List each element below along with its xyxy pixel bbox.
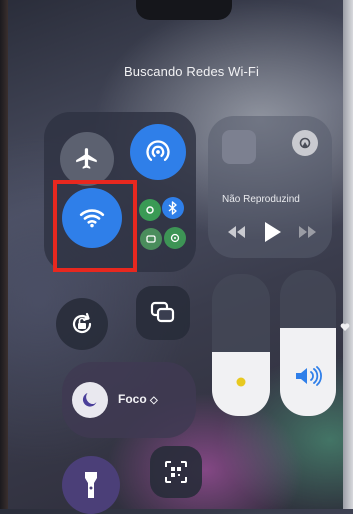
- next-track-button[interactable]: [298, 226, 318, 238]
- airdrop-icon: [146, 140, 170, 161]
- speaker-icon: [294, 366, 322, 386]
- bluetooth-button[interactable]: [162, 197, 184, 219]
- bluetooth-icon: [168, 201, 177, 215]
- heart-icon: [340, 322, 350, 332]
- code-scanner-button[interactable]: [150, 446, 202, 498]
- now-playing-title: Não Reproduzind: [222, 194, 300, 205]
- flashlight-icon: [85, 472, 97, 498]
- screen-mirroring-icon: [150, 301, 175, 323]
- focus-label-text: Foco: [118, 392, 147, 406]
- wifi-status-text: Buscando Redes Wi-Fi: [124, 64, 259, 79]
- rotation-lock-button[interactable]: [56, 298, 108, 350]
- screen-mirroring-button[interactable]: [136, 286, 190, 340]
- moon-icon: [82, 393, 97, 407]
- airplane-mode-button[interactable]: [60, 132, 114, 186]
- play-button[interactable]: [264, 221, 282, 243]
- volume-slider[interactable]: [280, 270, 336, 416]
- airplay-button[interactable]: [292, 130, 318, 156]
- airplay-icon: [299, 137, 311, 149]
- airplane-icon: [76, 148, 97, 169]
- rotation-lock-icon: [72, 312, 92, 334]
- airdrop-button[interactable]: [130, 124, 186, 180]
- brightness-slider[interactable]: [212, 274, 270, 416]
- qr-scanner-icon: [165, 461, 187, 483]
- focus-label: Foco ◇: [118, 392, 158, 406]
- hotspot-icon: [170, 233, 180, 243]
- play-icon: [265, 222, 281, 242]
- sun-icon: [235, 376, 247, 388]
- album-art: [222, 130, 256, 164]
- focus-toggle[interactable]: [72, 382, 108, 418]
- wifi-highlight-box: [53, 180, 137, 272]
- cellular-icon: [146, 235, 156, 243]
- dynamic-island: [136, 0, 232, 20]
- cellular-icon: [146, 206, 154, 214]
- cellular-settings-button[interactable]: [140, 228, 162, 250]
- backward-icon: [228, 226, 245, 238]
- personal-hotspot-button[interactable]: [164, 227, 186, 249]
- device-edge-left: [0, 0, 8, 509]
- forward-icon: [299, 226, 316, 238]
- previous-track-button[interactable]: [226, 226, 246, 238]
- device-edge-right: [343, 0, 353, 509]
- focus-chevron-icon: ◇: [150, 395, 158, 406]
- flashlight-button[interactable]: [62, 456, 120, 514]
- cellular-data-button[interactable]: [139, 199, 161, 221]
